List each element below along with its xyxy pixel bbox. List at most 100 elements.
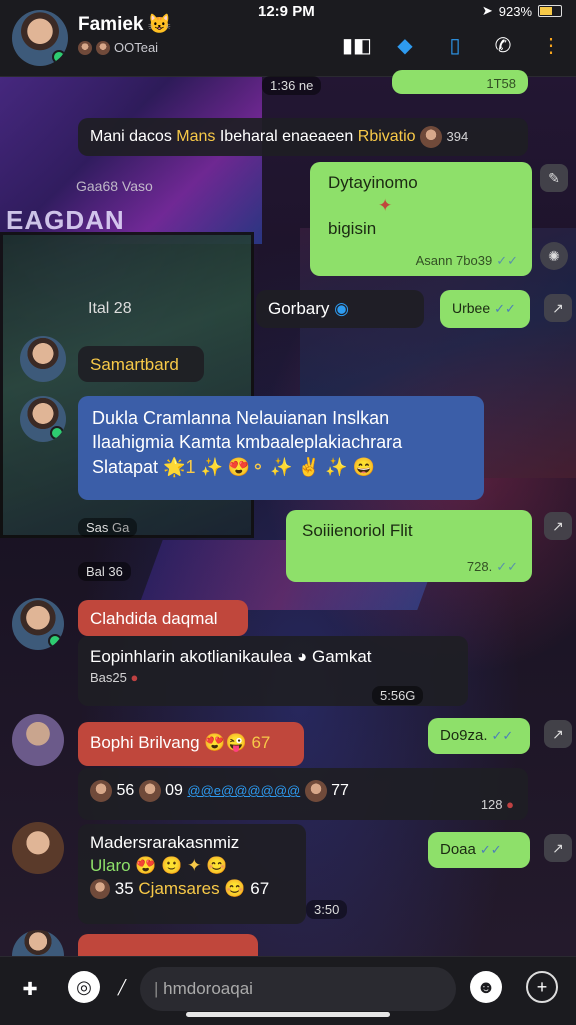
reaction-count: 67 xyxy=(250,878,270,898)
battery-percent: 923% xyxy=(498,3,532,19)
chat-subtitle: OOTeai xyxy=(78,40,158,55)
emoji-icon: ◉ xyxy=(334,299,349,318)
time-chip: Bal 36 xyxy=(78,562,131,581)
message-outgoing[interactable]: Dytayinomo ✦ bigisin Asann 7bo39 ✓✓ xyxy=(310,162,532,276)
message-text: Bophi Brilvang xyxy=(90,733,200,752)
message-time: 1T58 xyxy=(486,76,516,91)
reaction-avatar xyxy=(304,780,327,802)
wallpaper-screen-label: Ital 28 xyxy=(88,300,132,317)
message-input-placeholder: hmdoroaqai xyxy=(163,979,253,998)
message-time: Asann 7bo39 xyxy=(415,253,493,269)
message-outgoing-partial[interactable]: 1T58 xyxy=(392,70,528,94)
message-outgoing[interactable]: Soiiienoriol Flit 728. ✓✓ xyxy=(286,510,532,582)
message-outgoing[interactable]: Urbee ✓✓ xyxy=(440,290,530,328)
pinned-message-bar[interactable]: Mani dacos Mans Ibeharal enaeaeen Rbivat… xyxy=(78,118,528,156)
pinned-text: Mani dacos xyxy=(90,128,172,146)
forward-icon[interactable]: ↗ xyxy=(544,834,572,862)
message-text: Dytayinomo xyxy=(328,173,418,192)
online-indicator xyxy=(48,634,62,648)
pinned-name: Mans xyxy=(176,128,216,146)
time-chip-text: Ga xyxy=(112,520,130,535)
message-incoming[interactable]: Madersrarakasnmiz Ularo 😍 🙂 ✦ 😊 35 Cjams… xyxy=(78,824,306,924)
time-chip: 5:56G xyxy=(372,686,424,705)
time-chip: 3:50 xyxy=(306,900,348,919)
forward-icon[interactable]: ✎ xyxy=(540,164,568,192)
sender-avatar[interactable] xyxy=(20,396,66,442)
phone-icon[interactable]: ✆ xyxy=(490,34,516,58)
online-indicator xyxy=(50,426,64,440)
forward-icon[interactable]: ✺ xyxy=(540,242,568,270)
read-ticks-icon: ✓✓ xyxy=(494,301,516,316)
message-text: Ilaahigmia Kamta kmbaaleplakiachrara xyxy=(92,432,403,453)
share-icon[interactable]: ◆ xyxy=(392,34,418,58)
camera-icon[interactable]: ◎ xyxy=(68,971,100,1003)
message-incoming-highlighted[interactable]: Bophi Brilvang 😍😜 67 xyxy=(78,722,304,766)
chat-subtitle-text: OOTeai xyxy=(114,40,159,55)
message-time: 128 xyxy=(480,797,503,813)
message-tag: Gamkat xyxy=(312,647,372,666)
emoji-icon: ● xyxy=(130,669,139,685)
attach-icon[interactable]: ✚ xyxy=(14,973,46,1005)
message-input[interactable]: | hmdoroaqai xyxy=(140,967,456,1011)
status-time: 12:9 PM xyxy=(258,3,315,20)
more-icon[interactable]: ⋮ xyxy=(538,34,564,58)
read-ticks-icon: ✓✓ xyxy=(496,253,518,269)
time-chip-text: Sas xyxy=(86,520,109,535)
message-text: Urbee xyxy=(452,300,491,316)
pinned-name: Rbivatio xyxy=(357,128,416,146)
sender-avatar[interactable] xyxy=(12,822,64,874)
read-ticks-icon: ✓✓ xyxy=(491,728,514,743)
time-chip: Sas Ga xyxy=(78,518,138,537)
location-icon: ➤ xyxy=(481,3,493,18)
add-icon[interactable]: + xyxy=(526,971,558,1003)
chat-header: 12:9 PM ➤ 923% Famiek 😺 OOTeai ▮◧ ◆ ▯ ✆ ⋮ xyxy=(0,0,576,77)
member-avatar xyxy=(96,40,110,55)
sticker-icon[interactable]: ☻ xyxy=(470,971,502,1003)
reaction-count: 77 xyxy=(331,782,349,800)
message-emojis: 😍😜 xyxy=(204,733,247,752)
reaction-avatar xyxy=(138,780,161,802)
message-time: Bas25 xyxy=(90,669,127,685)
video-call-icon[interactable]: ▮◧ xyxy=(342,34,372,58)
read-ticks-icon: ✓✓ xyxy=(479,842,502,857)
chat-title-text: Famiek xyxy=(78,14,144,35)
time-chip: 1:36 ne xyxy=(262,76,322,95)
sender-avatar[interactable] xyxy=(12,714,64,766)
pinned-count: 394 xyxy=(446,129,469,145)
pinned-text: Ibeharal enaeaeen xyxy=(219,128,354,146)
sender-name-bubble[interactable]: Clahdida daqmal xyxy=(78,600,248,636)
message-text: Ularo xyxy=(90,855,131,875)
sender-avatar[interactable] xyxy=(20,336,66,382)
message-incoming[interactable]: Gorbary ◉ xyxy=(256,290,424,328)
chat-title[interactable]: Famiek 😺 xyxy=(78,12,171,36)
pen-icon[interactable]: ╱ xyxy=(106,971,138,1003)
message-emojis: 🌟1 ✨ 😍⚬ ✨ ✌ ✨ 😄 xyxy=(163,456,376,477)
sender-name-bubble[interactable]: Samartbard xyxy=(78,346,204,382)
reaction-count: 35 xyxy=(114,878,134,898)
reaction-avatar xyxy=(90,879,110,900)
sender-avatar[interactable] xyxy=(12,598,64,650)
phone-book-icon[interactable]: ▯ xyxy=(442,34,468,58)
emoji-icon: ● xyxy=(506,797,514,813)
message-incoming-highlighted[interactable]: Dukla Cramlanna Nelauianan Inslkan Ilaah… xyxy=(78,396,484,500)
forward-icon[interactable]: ↗ xyxy=(544,720,572,748)
reaction-count: 09 xyxy=(165,782,183,800)
member-avatar xyxy=(78,40,92,55)
forward-icon[interactable]: ↗ xyxy=(544,512,572,540)
message-link[interactable]: @@e@@@@@@ xyxy=(187,783,300,798)
battery-icon xyxy=(538,5,562,17)
message-time: 728. xyxy=(466,559,493,575)
message-text: Slatapat xyxy=(92,456,159,477)
message-outgoing[interactable]: Doaa ✓✓ xyxy=(428,832,530,868)
reaction-icon: ✦ xyxy=(378,195,393,215)
message-text: bigisin xyxy=(328,218,377,238)
home-indicator xyxy=(186,1012,390,1017)
message-outgoing[interactable]: Do9za. ✓✓ xyxy=(428,718,530,754)
read-ticks-icon: ✓✓ xyxy=(496,559,518,575)
chat-avatar[interactable] xyxy=(12,10,68,66)
message-incoming-partial[interactable] xyxy=(78,934,258,956)
message-text: Dukla Cramlanna Nelauianan Inslkan xyxy=(92,408,390,428)
emoji-icon: 😊 xyxy=(224,878,246,898)
message-incoming[interactable]: 56 09 @@e@@@@@@ 77 128 ● xyxy=(78,768,528,820)
forward-icon[interactable]: ↗ xyxy=(544,294,572,322)
